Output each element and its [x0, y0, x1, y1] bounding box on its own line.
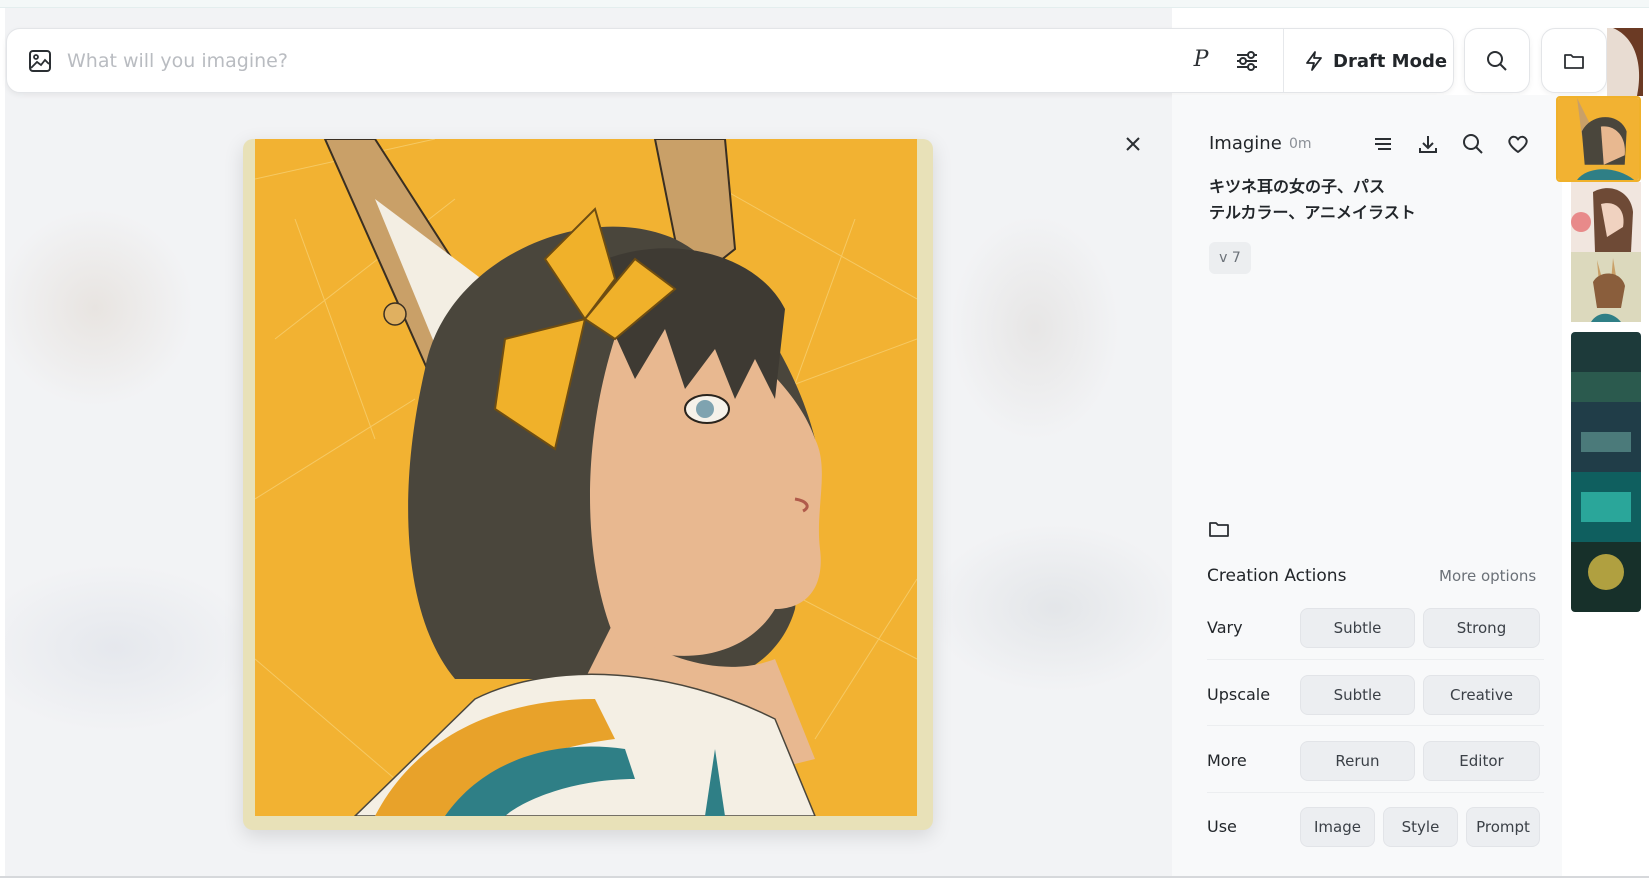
version-badge: v 7	[1209, 242, 1251, 274]
lightning-icon	[1306, 51, 1322, 71]
job-title: Imagine	[1209, 133, 1282, 154]
search-icon	[1487, 50, 1507, 71]
artwork	[254, 139, 918, 817]
divider	[1283, 29, 1284, 92]
upscale-label: Upscale	[1207, 685, 1271, 704]
rerun-button[interactable]: Rerun	[1300, 741, 1415, 781]
vary-subtle-button[interactable]: Subtle	[1300, 608, 1415, 648]
use-row: Use Image Style Prompt	[1207, 807, 1544, 847]
upscale-subtle-button[interactable]: Subtle	[1300, 675, 1415, 715]
more-options-link[interactable]: More options	[1439, 567, 1536, 585]
prompt-bar: P Draft Mode	[6, 28, 1454, 93]
use-image-button[interactable]: Image	[1300, 807, 1375, 847]
more-label: More	[1207, 751, 1247, 770]
personalize-button[interactable]: P	[1187, 45, 1215, 75]
more-row: More Rerun Editor	[1207, 741, 1544, 781]
download-icon[interactable]	[1416, 132, 1440, 156]
upscale-creative-button[interactable]: Creative	[1423, 675, 1540, 715]
top-strip	[0, 0, 1649, 8]
folder-icon	[1564, 53, 1584, 69]
editor-button[interactable]: Editor	[1423, 741, 1540, 781]
divider	[1207, 792, 1544, 793]
job-time: 0m	[1289, 136, 1312, 152]
vary-row: Vary Subtle Strong	[1207, 608, 1544, 648]
draft-mode-button[interactable]: Draft Mode	[1303, 43, 1447, 79]
folder-button[interactable]	[1541, 28, 1607, 93]
divider	[1207, 659, 1544, 660]
lines-icon[interactable]	[1371, 132, 1395, 156]
use-label: Use	[1207, 817, 1237, 836]
heart-icon[interactable]	[1506, 132, 1530, 156]
upscale-row: Upscale Subtle Creative	[1207, 675, 1544, 715]
prompt-line: テルカラー、アニメイラスト	[1209, 203, 1416, 222]
use-style-button[interactable]: Style	[1383, 807, 1458, 847]
search-button[interactable]	[1464, 28, 1530, 93]
sliders-icon[interactable]	[1233, 47, 1261, 75]
thumbnail-selected[interactable]	[1556, 96, 1641, 182]
vary-strong-button[interactable]: Strong	[1423, 608, 1540, 648]
details-panel: Imagine 0m キツネ耳の女の子、パス テルカラー、アニメイラスト v 7	[1172, 95, 1562, 876]
prompt-input[interactable]	[67, 43, 1067, 79]
thumbnail-group[interactable]	[1571, 332, 1641, 612]
thumbnail[interactable]	[1607, 28, 1643, 96]
draft-mode-label: Draft Mode	[1333, 50, 1448, 72]
search-icon[interactable]	[1461, 132, 1485, 156]
vary-label: Vary	[1207, 618, 1243, 637]
folder-icon[interactable]	[1208, 518, 1230, 540]
prompt-text: キツネ耳の女の子、パス テルカラー、アニメイラスト	[1209, 174, 1419, 226]
main-image[interactable]	[243, 139, 933, 830]
close-icon[interactable]	[1121, 132, 1145, 156]
creation-actions-title: Creation Actions	[1207, 566, 1347, 586]
thumbnail[interactable]	[1571, 182, 1641, 252]
divider	[1207, 725, 1544, 726]
image-icon[interactable]	[27, 48, 53, 74]
use-prompt-button[interactable]: Prompt	[1466, 807, 1540, 847]
prompt-line: キツネ耳の女の子、パス	[1209, 177, 1386, 196]
thumbnail[interactable]	[1571, 252, 1641, 322]
